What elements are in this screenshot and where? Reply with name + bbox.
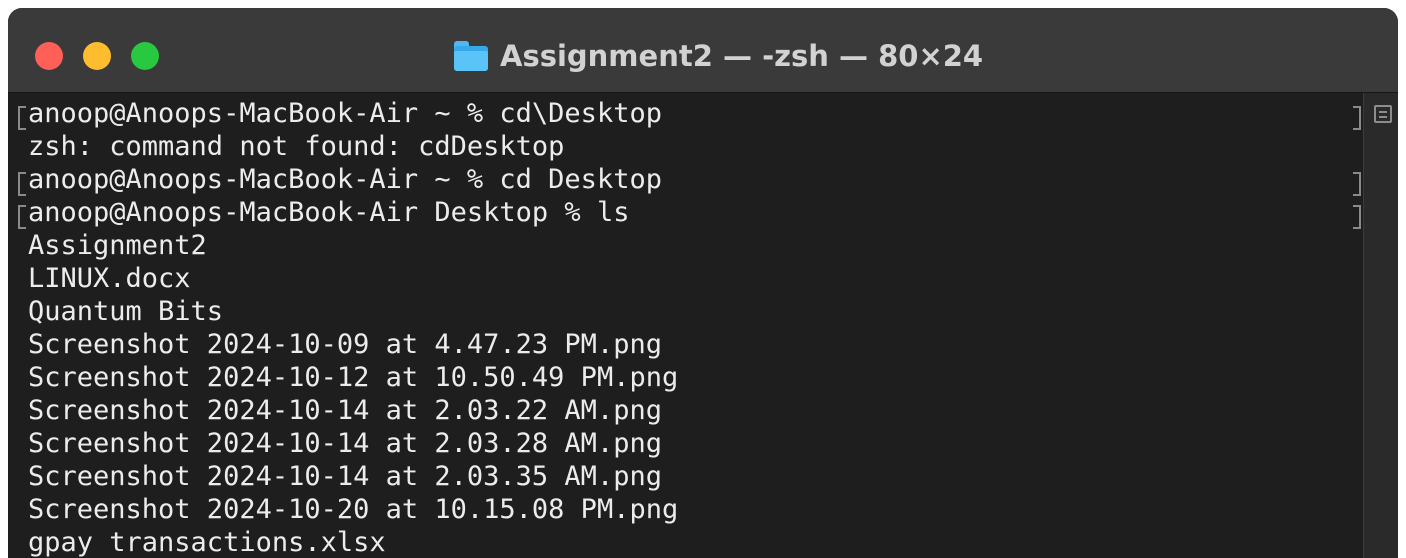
terminal-line: LINUX.docx xyxy=(28,263,191,294)
terminal-window: Assignment2 — -zsh — 80×24 anoop@Anoops-… xyxy=(8,8,1398,558)
terminal-line: Screenshot 2024-10-09 at 4.47.23 PM.png xyxy=(28,329,662,360)
terminal-line: gpay transactions.xlsx xyxy=(28,527,386,558)
terminal-line: anoop@Anoops-MacBook-Air Desktop % ls xyxy=(28,197,630,228)
window-title-group: Assignment2 — -zsh — 80×24 xyxy=(454,36,983,76)
terminal-line: Assignment2 xyxy=(28,230,207,261)
close-button[interactable] xyxy=(35,42,63,70)
terminal-line: zsh: command not found: cdDesktop xyxy=(28,131,565,162)
vertical-scrollbar[interactable] xyxy=(1363,93,1398,558)
split-pane-icon[interactable] xyxy=(1374,105,1392,123)
folder-icon xyxy=(454,41,488,71)
terminal-line: Screenshot 2024-10-14 at 2.03.28 AM.png xyxy=(28,428,662,459)
terminal-output-area[interactable]: anoop@Anoops-MacBook-Air ~ % cd\Desktop … xyxy=(8,93,1398,558)
screen: Assignment2 — -zsh — 80×24 anoop@Anoops-… xyxy=(0,0,1406,558)
terminal-line: Screenshot 2024-10-14 at 2.03.35 AM.png xyxy=(28,461,662,492)
minimize-button[interactable] xyxy=(83,42,111,70)
prompt-mark-right xyxy=(1353,106,1361,130)
window-title: Assignment2 — -zsh — 80×24 xyxy=(500,39,984,73)
terminal-line: Screenshot 2024-10-20 at 10.15.08 PM.png xyxy=(28,494,679,525)
prompt-mark-right xyxy=(1353,205,1361,229)
terminal-line: Screenshot 2024-10-14 at 2.03.22 AM.png xyxy=(28,395,662,426)
title-bar[interactable]: Assignment2 — -zsh — 80×24 xyxy=(8,8,1398,93)
terminal-lines: anoop@Anoops-MacBook-Air ~ % cd\Desktop … xyxy=(28,97,678,558)
terminal-line: Quantum Bits xyxy=(28,296,224,327)
terminal-line: anoop@Anoops-MacBook-Air ~ % cd Desktop xyxy=(28,164,662,195)
prompt-mark-left xyxy=(18,172,26,196)
terminal-line: Screenshot 2024-10-12 at 10.50.49 PM.png xyxy=(28,362,679,393)
terminal-line: anoop@Anoops-MacBook-Air ~ % cd\Desktop xyxy=(28,98,662,129)
zoom-button[interactable] xyxy=(131,42,159,70)
prompt-mark-right xyxy=(1353,172,1361,196)
prompt-mark-left xyxy=(18,106,26,130)
prompt-mark-left xyxy=(18,205,26,229)
